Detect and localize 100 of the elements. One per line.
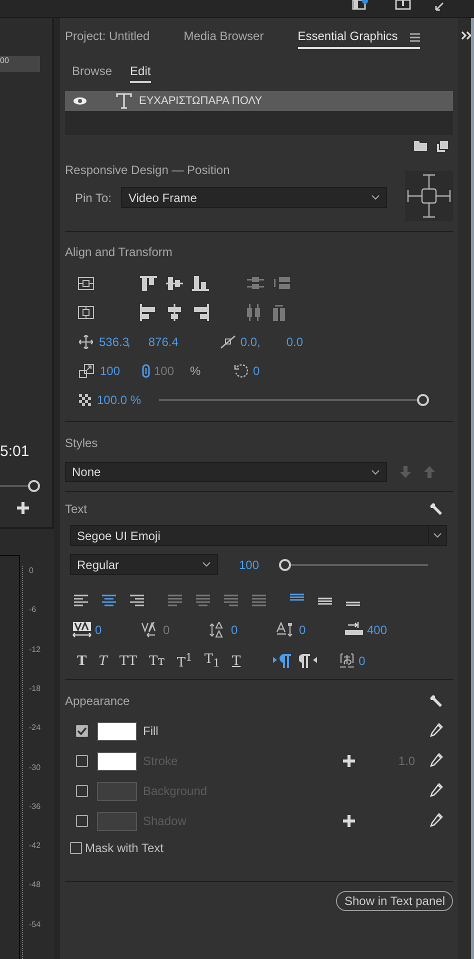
bold-button[interactable]: T — [77, 654, 87, 668]
underline-button[interactable]: T — [232, 654, 241, 668]
color-swatch[interactable] — [97, 752, 137, 770]
appearance-label: Fill — [143, 724, 160, 738]
align-bottom-icon[interactable] — [192, 276, 209, 291]
eyedropper-icon[interactable] — [429, 753, 443, 769]
pin-to-dropdown[interactable]: Video Frame — [121, 187, 388, 208]
align-right-icon[interactable] — [192, 304, 209, 321]
tsume-icon — [338, 653, 355, 669]
checkbox[interactable] — [76, 755, 88, 767]
meter-label: -24 — [29, 723, 41, 734]
tab-width-value[interactable]: 400 — [367, 623, 388, 637]
scale-value[interactable]: 100 — [100, 364, 128, 378]
pin-edges-icon[interactable] — [405, 171, 453, 221]
baseline-value[interactable]: 0 — [299, 623, 306, 637]
paragraph-align-icon[interactable] — [73, 594, 89, 606]
left-to-right-icon[interactable] — [272, 654, 291, 668]
leading-value[interactable]: 0 — [231, 623, 238, 637]
font-size-value[interactable]: 100 — [239, 558, 279, 572]
tsume-value[interactable]: 0 — [358, 654, 366, 668]
paragraph-align-icon[interactable] — [129, 594, 145, 606]
overflow-icon[interactable] — [461, 31, 472, 40]
panel-tab[interactable]: Project: Untitled — [65, 25, 150, 49]
superscript-button[interactable]: T$^{1}$ — [176, 651, 192, 671]
zoom-slider[interactable] — [0, 480, 40, 492]
new-layer-icon[interactable] — [437, 140, 448, 152]
distribute-spacing-icon[interactable] — [273, 277, 290, 290]
folder-icon[interactable] — [414, 141, 427, 151]
checkbox[interactable] — [76, 785, 88, 797]
anchor-point-icon — [220, 334, 236, 348]
fullscreen-icon[interactable] — [435, 0, 445, 11]
tab-width-icon — [344, 622, 364, 638]
meter-label: -42 — [29, 841, 41, 852]
add-icon[interactable] — [17, 502, 29, 514]
section-title: Align and Transform — [65, 245, 172, 259]
menu-icon[interactable] — [410, 32, 420, 42]
right-to-left-icon[interactable] — [298, 654, 317, 668]
opacity-value[interactable]: 100.0 % — [97, 392, 151, 406]
panel-tab[interactable]: Media Browser — [184, 25, 264, 49]
align-top-icon[interactable] — [140, 276, 157, 291]
separator: , — [257, 334, 260, 348]
opacity-icon — [79, 394, 91, 406]
meter-label: -54 — [29, 920, 41, 931]
eyedropper-icon[interactable] — [429, 723, 443, 739]
position-y-value[interactable]: 876.4 — [148, 334, 220, 348]
checkbox[interactable] — [76, 725, 88, 737]
checkbox[interactable] — [70, 842, 82, 854]
meter-label: -18 — [29, 684, 41, 695]
add-icon[interactable] — [343, 815, 355, 827]
distribute-vertical-icon[interactable] — [247, 277, 264, 290]
paragraph-align-icon[interactable] — [101, 594, 117, 606]
export-icon[interactable] — [395, 0, 411, 10]
meter-label: -6 — [29, 605, 38, 616]
chevron-down-icon — [371, 470, 380, 474]
italic-button[interactable]: T — [98, 654, 108, 668]
chevron-down-icon — [202, 562, 211, 567]
wrench-icon[interactable] — [429, 502, 443, 516]
panel-tab[interactable]: Essential Graphics — [298, 25, 420, 49]
time-ruler[interactable]: 00 — [0, 56, 40, 72]
align-middle-icon[interactable] — [166, 276, 183, 291]
scrollbar[interactable] — [471, 18, 474, 959]
layer-row[interactable]: ΕΥΧΑΡΙΣΤΩΠΑΡΑ ΠΟΛΥ — [65, 91, 453, 111]
mode-tab[interactable]: Edit — [130, 61, 151, 83]
panel-icon[interactable] — [352, 0, 368, 10]
eyedropper-icon[interactable] — [429, 813, 443, 829]
timecode: 5:01 — [0, 443, 30, 461]
anchor-y-value[interactable]: 0.0 — [286, 334, 304, 348]
align-center-icon[interactable] — [166, 304, 183, 321]
show-in-text-panel-button[interactable]: Show in Text panel — [336, 891, 453, 911]
text-layer-icon — [116, 93, 132, 109]
align-to-frame-icon[interactable] — [78, 277, 94, 290]
subscript-button[interactable]: T$_{1}$ — [204, 652, 220, 670]
move-icon — [79, 334, 93, 348]
chevron-down-icon — [433, 533, 442, 538]
anchor-x-value[interactable]: 0.0 — [240, 334, 258, 348]
tracking-value[interactable]: 0 — [95, 623, 102, 637]
checkbox[interactable] — [76, 815, 88, 827]
meter-label: -48 — [29, 880, 41, 892]
color-swatch[interactable] — [97, 722, 137, 740]
eye-icon[interactable] — [73, 97, 87, 105]
align-to-selection-icon[interactable] — [78, 306, 94, 319]
eyedropper-icon[interactable] — [429, 783, 443, 799]
section-title: Responsive Design — Position — [65, 163, 230, 177]
wrench-icon[interactable] — [429, 694, 443, 708]
align-left-icon[interactable] — [140, 304, 157, 321]
font-style-dropdown[interactable]: Regular — [70, 554, 218, 575]
rotation-value[interactable]: 0 — [253, 364, 260, 378]
link-icon[interactable] — [142, 364, 150, 378]
add-icon[interactable] — [343, 755, 355, 767]
ruler-label: 00 — [0, 56, 9, 65]
color-swatch[interactable] — [97, 812, 137, 830]
color-swatch[interactable] — [97, 782, 137, 800]
pin-to-label: Pin To: — [75, 190, 112, 204]
position-x-value[interactable]: 536.3 — [99, 334, 127, 348]
style-dropdown[interactable]: None — [65, 462, 387, 482]
mode-tab[interactable]: Browse — [72, 61, 112, 83]
font-dropdown[interactable]: Segoe UI Emoji — [70, 525, 447, 546]
section-title: Styles — [65, 436, 98, 450]
all-caps-button[interactable]: TT — [119, 654, 137, 668]
small-caps-button[interactable]: Tᴛ — [148, 654, 165, 668]
